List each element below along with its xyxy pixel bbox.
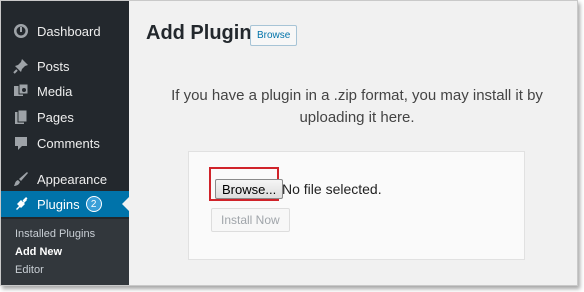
- wordpress-admin-window: Dashboard Posts Media Pages Comments App…: [0, 0, 578, 286]
- sidebar-item-label: Media: [37, 83, 73, 99]
- media-icon: [13, 83, 29, 99]
- submenu-item-add-new[interactable]: Add New: [1, 243, 129, 261]
- submenu-item-installed-plugins[interactable]: Installed Plugins: [1, 225, 129, 243]
- update-count-badge: 2: [85, 196, 102, 212]
- comments-icon: [13, 135, 29, 151]
- pushpin-icon: [13, 58, 29, 74]
- file-status-text: No file selected.: [282, 181, 382, 197]
- main-content: Add Plugins Browse If you have a plugin …: [129, 1, 577, 285]
- sidebar-item-label: Dashboard: [37, 23, 101, 39]
- plugins-submenu: Installed Plugins Add New Editor: [1, 219, 129, 285]
- sidebar-item-media[interactable]: Media: [1, 78, 129, 104]
- sidebar-item-label: Posts: [37, 58, 70, 74]
- sidebar-item-posts[interactable]: Posts: [1, 53, 129, 79]
- install-now-button[interactable]: Install Now: [211, 208, 290, 232]
- sidebar-item-pages[interactable]: Pages: [1, 104, 129, 130]
- pages-icon: [13, 109, 29, 125]
- sidebar-item-label: Pages: [37, 109, 74, 125]
- sidebar-item-label: Appearance: [37, 171, 108, 187]
- sidebar-item-comments[interactable]: Comments: [1, 130, 129, 156]
- sidebar-item-plugins[interactable]: Plugins 2: [1, 191, 129, 217]
- submenu-item-editor[interactable]: Editor: [1, 261, 129, 279]
- upload-instructions: If you have a plugin in a .zip format, y…: [171, 87, 543, 126]
- upload-plugin-form: Browse... No file selected. Install Now: [188, 151, 525, 260]
- sidebar-item-label: Plugins: [37, 196, 80, 212]
- plugin-icon: [13, 196, 29, 212]
- admin-sidebar: Dashboard Posts Media Pages Comments App…: [1, 1, 129, 285]
- sidebar-item-appearance[interactable]: Appearance: [1, 166, 129, 192]
- page-title: Add Plugins: [146, 22, 263, 44]
- sidebar-item-label: Comments: [37, 135, 100, 151]
- brush-icon: [13, 171, 29, 187]
- browse-button[interactable]: Browse: [250, 25, 298, 46]
- dashboard-icon: [13, 23, 29, 39]
- sidebar-item-dashboard[interactable]: Dashboard: [1, 18, 129, 44]
- file-browse-button[interactable]: Browse...: [215, 179, 284, 199]
